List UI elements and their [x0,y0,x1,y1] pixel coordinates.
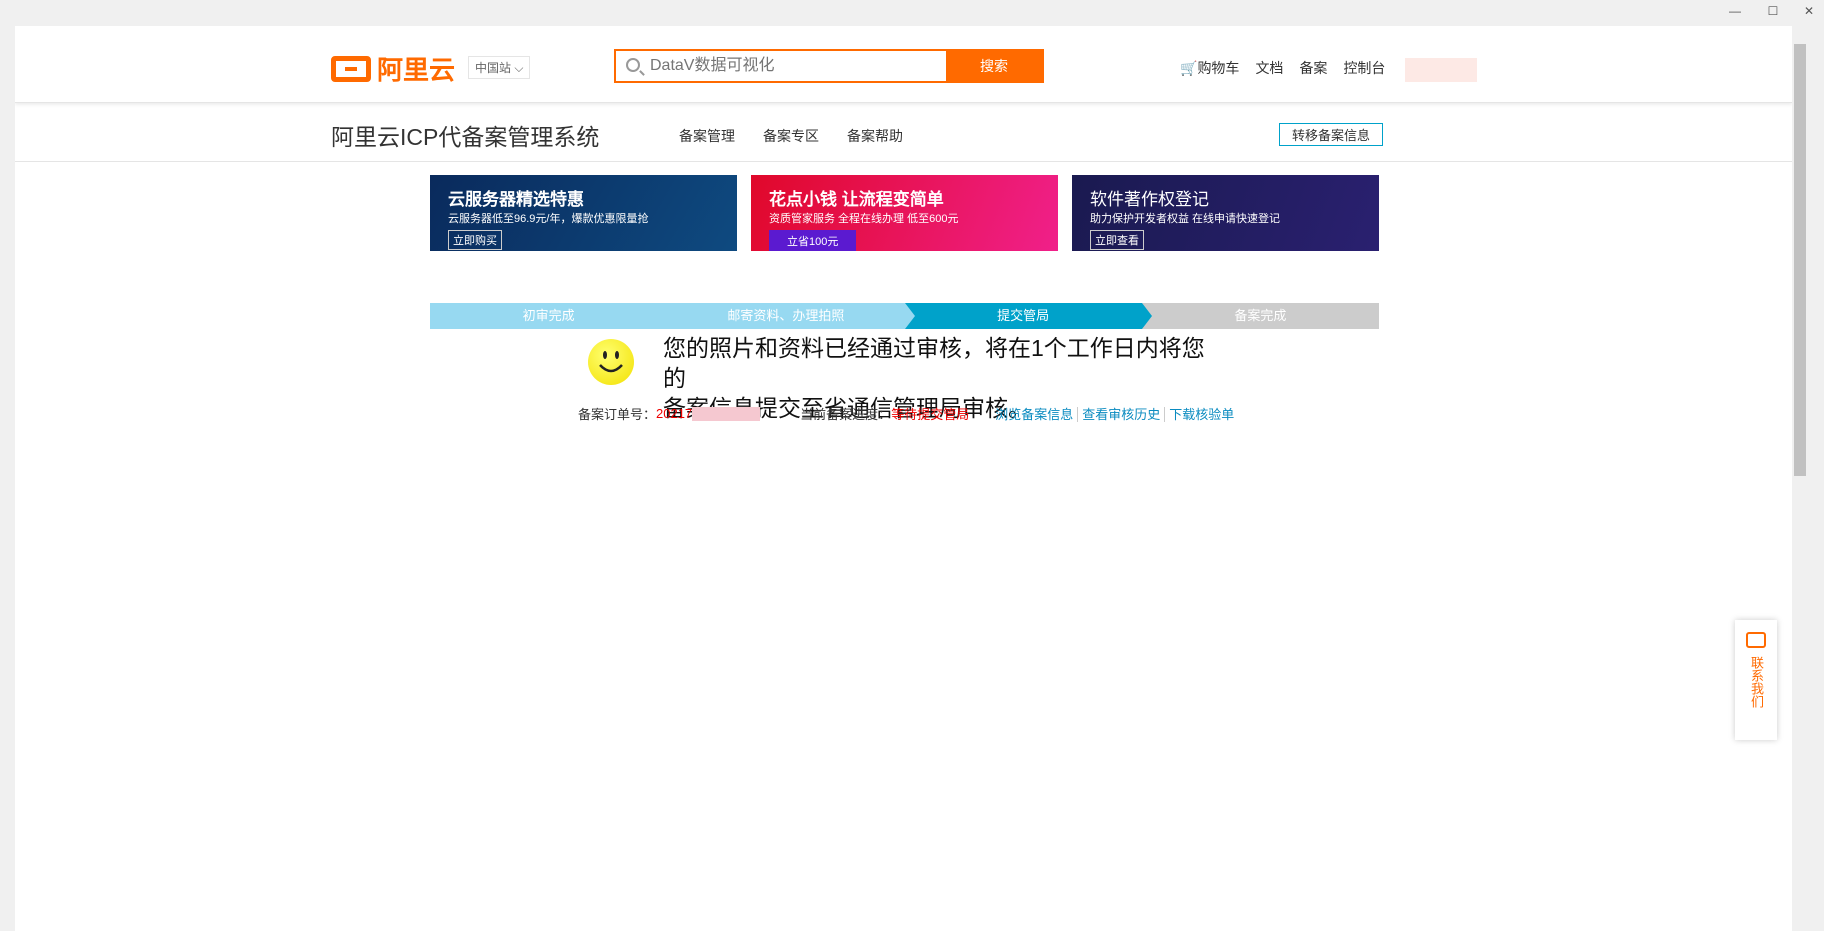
banner-title: 花点小钱 让流程变简单 [769,190,944,209]
order-number-redacted [692,406,761,421]
progress-steps: 初审完成 邮寄资料、办理拍照 提交管局 备案完成 [430,303,1379,329]
aliyun-logo[interactable]: 阿里云 [331,50,455,87]
order-number: 20217 [656,406,693,421]
chevron-down-icon: ⌵ [514,61,524,75]
search-input[interactable] [616,51,946,81]
banner-subtitle: 云服务器低至96.9元/年，爆款优惠限量抢 [448,213,649,225]
nav-beian-management[interactable]: 备案管理 [679,126,735,146]
review-history-link[interactable]: 查看审核历史 [1077,407,1165,422]
view-beian-info-link[interactable]: 浏览备案信息 [991,407,1077,422]
search-icon [626,58,640,72]
banner-software-copyright[interactable]: 软件著作权登记助力保护开发者权益 在线申请快速登记立即查看 [1072,175,1379,251]
region-label: 中国站 [475,61,512,75]
system-title: 阿里云ICP代备案管理系统 [331,124,600,150]
banner-qualification[interactable]: 花点小钱 让流程变简单资质管家服务 全程在线办理 低至600元立省100元 [751,175,1058,251]
step-initial-review: 初审完成 [430,303,678,329]
banner-button[interactable]: 立即购买 [448,230,502,250]
sub-navigation: 阿里云ICP代备案管理系统 备案管理 备案专区 备案帮助 转移备案信息 [15,106,1792,162]
contact-icon [1746,632,1766,648]
status-message-line1: 您的照片和资料已经通过审核，将在1个工作日内将您的 [663,335,1205,391]
docs-link[interactable]: 文档 [1255,58,1283,78]
maximize-button[interactable]: ☐ [1758,4,1788,18]
page: 阿里云 中国站 ⌵ 搜索 🛒购物车 文档 备案 控制台 阿里云ICP代备案管理系… [15,26,1792,931]
banner-title: 云服务器精选特惠 [448,190,584,209]
top-header: 阿里云 中国站 ⌵ 搜索 🛒购物车 文档 备案 控制台 [15,26,1792,103]
banner-button[interactable]: 立省100元 [769,230,857,251]
console-link[interactable]: 控制台 [1343,58,1385,78]
banner-cloud-server[interactable]: 云服务器精选特惠云服务器低至96.9元/年，爆款优惠限量抢立即购买 [430,175,737,251]
search-button[interactable]: 搜索 [946,51,1042,81]
search-bar: 搜索 [614,49,1044,83]
step-mail-photo: 邮寄资料、办理拍照 [667,303,915,329]
cart-label: 购物车 [1197,60,1240,76]
step-submit-bureau: 提交管局 [904,303,1153,329]
order-info: 备案订单号： 20217 当前备案进度： 等待提交管局 浏览备案信息 查看审核历史… [578,404,1239,423]
download-verification-link[interactable]: 下载核验单 [1164,407,1239,422]
region-selector[interactable]: 中国站 ⌵ [468,56,531,79]
top-links: 🛒购物车 文档 备案 控制台 [1180,58,1385,78]
scrollbar-thumb[interactable] [1794,44,1806,476]
close-button[interactable]: ✕ [1794,4,1824,18]
banner-subtitle: 助力保护开发者权益 在线申请快速登记 [1090,213,1281,225]
progress-label: 当前备案进度： [800,407,892,422]
contact-us-widget[interactable]: 联系我们 [1735,620,1777,740]
transfer-beian-button[interactable]: 转移备案信息 [1279,123,1384,146]
nav-beian-zone[interactable]: 备案专区 [763,126,819,146]
banner-title: 软件著作权登记 [1090,190,1209,209]
vertical-scrollbar[interactable] [1792,26,1808,931]
window-titlebar: — ☐ ✕ [0,0,1824,26]
banner-button[interactable]: 立即查看 [1090,230,1144,250]
step-complete: 备案完成 [1141,303,1379,329]
minimize-button[interactable]: — [1720,4,1750,18]
progress-value: 等待提交管局 [891,407,970,422]
order-label: 备案订单号： [578,407,657,422]
aliyun-logo-icon [331,55,371,82]
banner-subtitle: 资质管家服务 全程在线办理 低至600元 [769,213,959,225]
smiley-icon [580,339,636,387]
user-avatar[interactable] [1405,58,1477,82]
cart-link[interactable]: 🛒购物车 [1180,58,1239,78]
nav-beian-help[interactable]: 备案帮助 [847,126,903,146]
beian-link[interactable]: 备案 [1299,58,1327,78]
cart-icon: 🛒 [1180,60,1198,76]
logo-text: 阿里云 [377,55,456,85]
contact-label: 联系我们 [1749,656,1764,708]
